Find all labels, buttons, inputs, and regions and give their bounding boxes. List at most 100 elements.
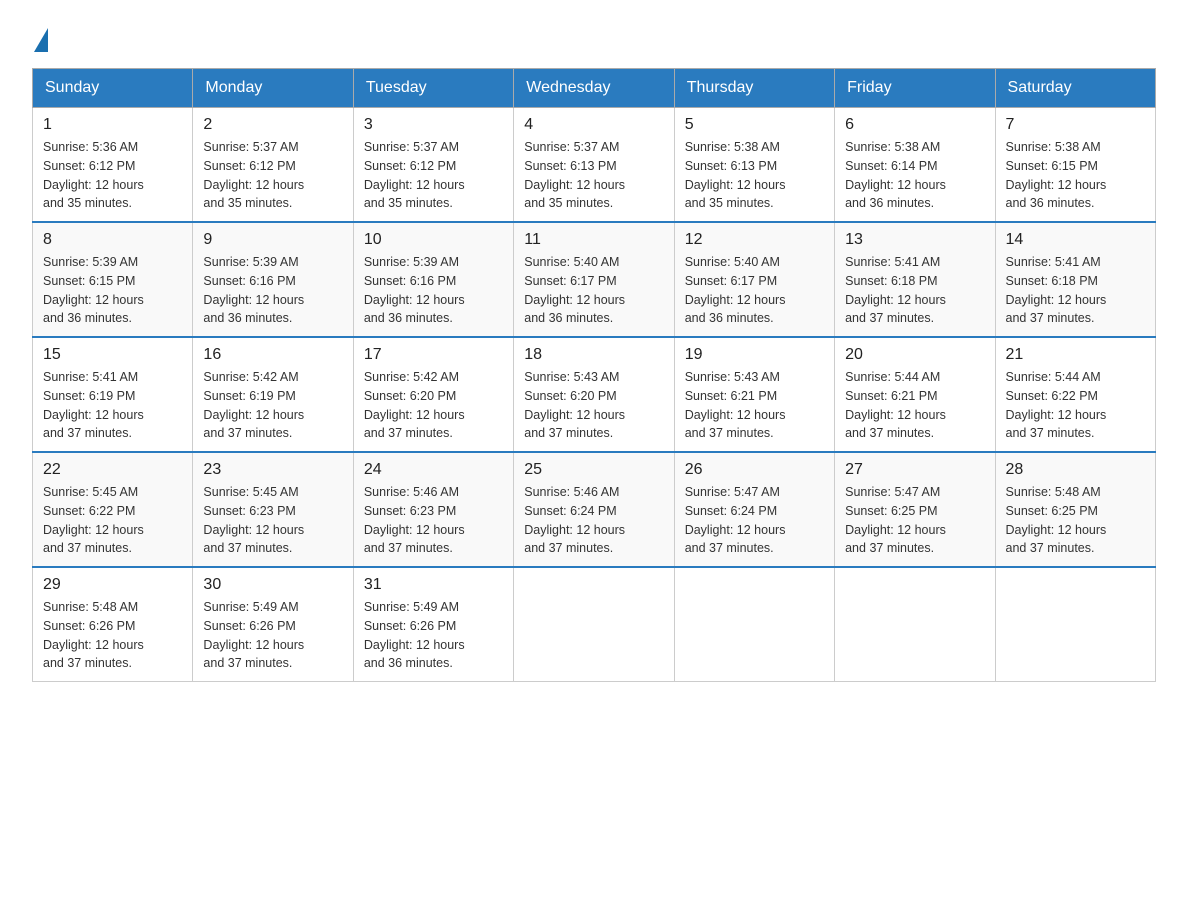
day-number: 12 xyxy=(685,231,824,249)
day-number: 25 xyxy=(524,461,663,479)
calendar-cell xyxy=(835,567,995,682)
day-info: Sunrise: 5:43 AMSunset: 6:20 PMDaylight:… xyxy=(524,368,663,443)
calendar-cell: 23 Sunrise: 5:45 AMSunset: 6:23 PMDayligh… xyxy=(193,452,353,567)
header-thursday: Thursday xyxy=(674,69,834,108)
calendar-cell: 15 Sunrise: 5:41 AMSunset: 6:19 PMDayligh… xyxy=(33,337,193,452)
day-info: Sunrise: 5:48 AMSunset: 6:25 PMDaylight:… xyxy=(1006,483,1145,558)
day-info: Sunrise: 5:42 AMSunset: 6:20 PMDaylight:… xyxy=(364,368,503,443)
day-number: 20 xyxy=(845,346,984,364)
week-row-2: 8 Sunrise: 5:39 AMSunset: 6:15 PMDaylight… xyxy=(33,222,1156,337)
day-info: Sunrise: 5:45 AMSunset: 6:22 PMDaylight:… xyxy=(43,483,182,558)
day-info: Sunrise: 5:39 AMSunset: 6:16 PMDaylight:… xyxy=(203,253,342,328)
day-number: 28 xyxy=(1006,461,1145,479)
day-info: Sunrise: 5:47 AMSunset: 6:25 PMDaylight:… xyxy=(845,483,984,558)
calendar-cell: 6Sunrise: 5:38 AMSunset: 6:14 PMDaylight… xyxy=(835,108,995,223)
day-info: Sunrise: 5:42 AMSunset: 6:19 PMDaylight:… xyxy=(203,368,342,443)
calendar-cell: 26 Sunrise: 5:47 AMSunset: 6:24 PMDayligh… xyxy=(674,452,834,567)
calendar-cell: 27 Sunrise: 5:47 AMSunset: 6:25 PMDayligh… xyxy=(835,452,995,567)
calendar-cell: 22 Sunrise: 5:45 AMSunset: 6:22 PMDayligh… xyxy=(33,452,193,567)
day-info: Sunrise: 5:47 AMSunset: 6:24 PMDaylight:… xyxy=(685,483,824,558)
day-info: Sunrise: 5:48 AMSunset: 6:26 PMDaylight:… xyxy=(43,598,182,673)
day-number: 6 xyxy=(845,116,984,134)
calendar-cell: 4Sunrise: 5:37 AMSunset: 6:13 PMDaylight… xyxy=(514,108,674,223)
day-info: Sunrise: 5:45 AMSunset: 6:23 PMDaylight:… xyxy=(203,483,342,558)
day-info: Sunrise: 5:41 AMSunset: 6:18 PMDaylight:… xyxy=(1006,253,1145,328)
calendar-cell: 3 Sunrise: 5:37 AMSunset: 6:12 PMDaylight… xyxy=(353,108,513,223)
calendar-cell: 7Sunrise: 5:38 AMSunset: 6:15 PMDaylight… xyxy=(995,108,1155,223)
day-info: Sunrise: 5:49 AMSunset: 6:26 PMDaylight:… xyxy=(203,598,342,673)
calendar-cell: 20 Sunrise: 5:44 AMSunset: 6:21 PMDayligh… xyxy=(835,337,995,452)
day-number: 19 xyxy=(685,346,824,364)
day-info: Sunrise: 5:37 AMSunset: 6:13 PMDaylight:… xyxy=(524,138,663,213)
calendar-cell: 2 Sunrise: 5:37 AMSunset: 6:12 PMDaylight… xyxy=(193,108,353,223)
header-saturday: Saturday xyxy=(995,69,1155,108)
day-info: Sunrise: 5:49 AMSunset: 6:26 PMDaylight:… xyxy=(364,598,503,673)
day-info: Sunrise: 5:39 AMSunset: 6:15 PMDaylight:… xyxy=(43,253,182,328)
logo-triangle-icon xyxy=(34,28,48,52)
day-number: 30 xyxy=(203,576,342,594)
day-info: Sunrise: 5:38 AMSunset: 6:15 PMDaylight:… xyxy=(1006,138,1145,213)
calendar-cell: 9 Sunrise: 5:39 AMSunset: 6:16 PMDaylight… xyxy=(193,222,353,337)
day-info: Sunrise: 5:41 AMSunset: 6:18 PMDaylight:… xyxy=(845,253,984,328)
day-info: Sunrise: 5:41 AMSunset: 6:19 PMDaylight:… xyxy=(43,368,182,443)
day-number: 5 xyxy=(685,116,824,134)
calendar-cell: 29 Sunrise: 5:48 AMSunset: 6:26 PMDayligh… xyxy=(33,567,193,682)
calendar-cell: 1Sunrise: 5:36 AMSunset: 6:12 PMDaylight… xyxy=(33,108,193,223)
calendar-cell: 5Sunrise: 5:38 AMSunset: 6:13 PMDaylight… xyxy=(674,108,834,223)
calendar-cell: 24 Sunrise: 5:46 AMSunset: 6:23 PMDayligh… xyxy=(353,452,513,567)
calendar-cell xyxy=(514,567,674,682)
calendar-cell: 13 Sunrise: 5:41 AMSunset: 6:18 PMDayligh… xyxy=(835,222,995,337)
calendar-cell: 17 Sunrise: 5:42 AMSunset: 6:20 PMDayligh… xyxy=(353,337,513,452)
day-info: Sunrise: 5:46 AMSunset: 6:23 PMDaylight:… xyxy=(364,483,503,558)
week-row-1: 1Sunrise: 5:36 AMSunset: 6:12 PMDaylight… xyxy=(33,108,1156,223)
day-number: 13 xyxy=(845,231,984,249)
week-row-3: 15 Sunrise: 5:41 AMSunset: 6:19 PMDayligh… xyxy=(33,337,1156,452)
calendar-cell: 8 Sunrise: 5:39 AMSunset: 6:15 PMDaylight… xyxy=(33,222,193,337)
calendar-cell: 12 Sunrise: 5:40 AMSunset: 6:17 PMDayligh… xyxy=(674,222,834,337)
day-number: 1 xyxy=(43,116,182,134)
week-row-5: 29 Sunrise: 5:48 AMSunset: 6:26 PMDayligh… xyxy=(33,567,1156,682)
day-number: 16 xyxy=(203,346,342,364)
calendar-cell: 31 Sunrise: 5:49 AMSunset: 6:26 PMDayligh… xyxy=(353,567,513,682)
header-friday: Friday xyxy=(835,69,995,108)
day-info: Sunrise: 5:37 AMSunset: 6:12 PMDaylight:… xyxy=(203,138,342,213)
day-number: 17 xyxy=(364,346,503,364)
day-number: 3 xyxy=(364,116,503,134)
day-number: 8 xyxy=(43,231,182,249)
logo xyxy=(32,24,48,52)
calendar-cell xyxy=(674,567,834,682)
day-info: Sunrise: 5:44 AMSunset: 6:21 PMDaylight:… xyxy=(845,368,984,443)
day-number: 2 xyxy=(203,116,342,134)
day-info: Sunrise: 5:40 AMSunset: 6:17 PMDaylight:… xyxy=(524,253,663,328)
header-tuesday: Tuesday xyxy=(353,69,513,108)
calendar-cell: 30 Sunrise: 5:49 AMSunset: 6:26 PMDayligh… xyxy=(193,567,353,682)
day-number: 9 xyxy=(203,231,342,249)
day-number: 26 xyxy=(685,461,824,479)
day-number: 24 xyxy=(364,461,503,479)
day-info: Sunrise: 5:46 AMSunset: 6:24 PMDaylight:… xyxy=(524,483,663,558)
calendar-cell: 28 Sunrise: 5:48 AMSunset: 6:25 PMDayligh… xyxy=(995,452,1155,567)
day-number: 23 xyxy=(203,461,342,479)
calendar-table: SundayMondayTuesdayWednesdayThursdayFrid… xyxy=(32,68,1156,682)
calendar-cell: 10Sunrise: 5:39 AMSunset: 6:16 PMDayligh… xyxy=(353,222,513,337)
day-number: 27 xyxy=(845,461,984,479)
day-number: 29 xyxy=(43,576,182,594)
calendar-cell: 21 Sunrise: 5:44 AMSunset: 6:22 PMDayligh… xyxy=(995,337,1155,452)
day-number: 15 xyxy=(43,346,182,364)
day-number: 21 xyxy=(1006,346,1145,364)
calendar-cell: 16 Sunrise: 5:42 AMSunset: 6:19 PMDayligh… xyxy=(193,337,353,452)
header-wednesday: Wednesday xyxy=(514,69,674,108)
day-number: 14 xyxy=(1006,231,1145,249)
day-info: Sunrise: 5:37 AMSunset: 6:12 PMDaylight:… xyxy=(364,138,503,213)
day-number: 10 xyxy=(364,231,503,249)
day-number: 22 xyxy=(43,461,182,479)
day-number: 31 xyxy=(364,576,503,594)
day-number: 18 xyxy=(524,346,663,364)
header-monday: Monday xyxy=(193,69,353,108)
calendar-cell: 25 Sunrise: 5:46 AMSunset: 6:24 PMDayligh… xyxy=(514,452,674,567)
day-info: Sunrise: 5:40 AMSunset: 6:17 PMDaylight:… xyxy=(685,253,824,328)
calendar-cell xyxy=(995,567,1155,682)
day-number: 11 xyxy=(524,231,663,249)
day-info: Sunrise: 5:43 AMSunset: 6:21 PMDaylight:… xyxy=(685,368,824,443)
day-info: Sunrise: 5:44 AMSunset: 6:22 PMDaylight:… xyxy=(1006,368,1145,443)
